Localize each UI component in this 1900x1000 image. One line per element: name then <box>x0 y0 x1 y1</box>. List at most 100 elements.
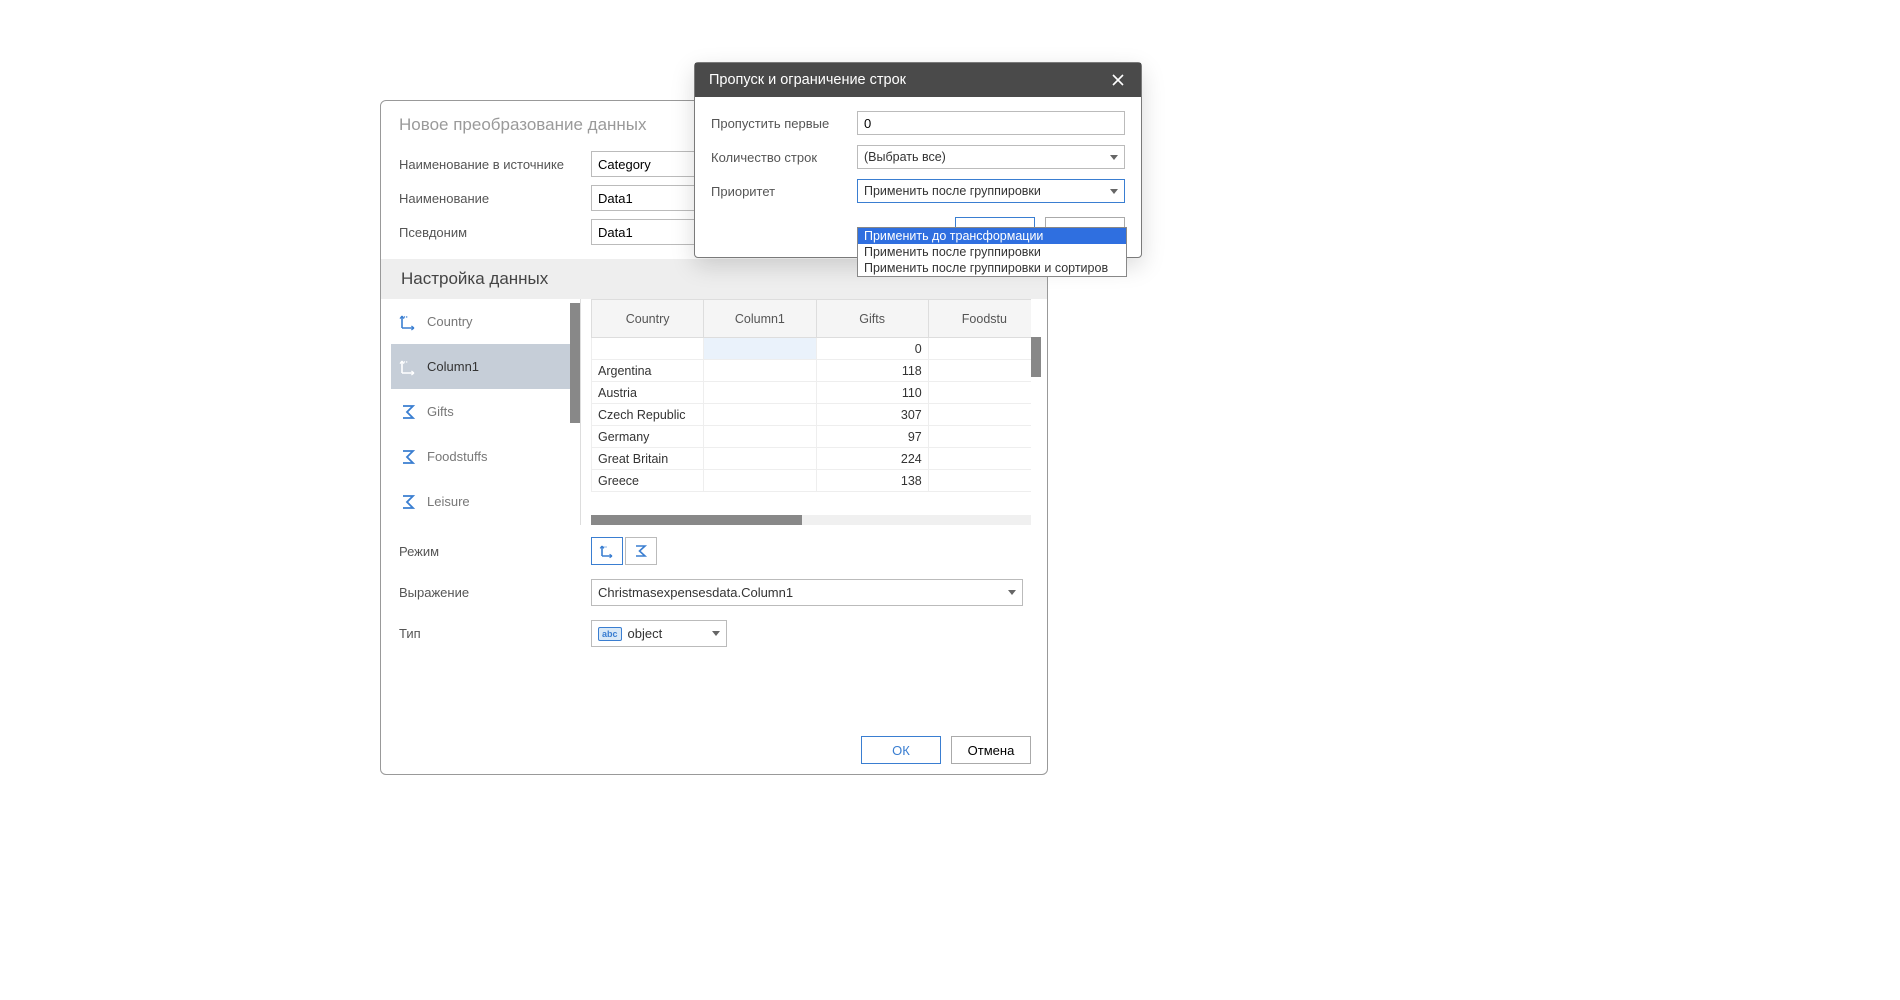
cell <box>928 448 1040 470</box>
scrollbar-thumb[interactable] <box>591 515 802 525</box>
cell <box>704 470 816 492</box>
column-label: Foodstuffs <box>427 449 487 464</box>
ok-button[interactable]: ОК <box>861 736 941 764</box>
table-row[interactable]: Czech Republic 307 <box>592 404 1041 426</box>
expression-label: Выражение <box>399 585 591 600</box>
column-header[interactable]: Country <box>592 300 704 338</box>
skip-label: Пропустить первые <box>711 116 857 131</box>
preview-panel: CountryColumn1GiftsFoodstu 0 Argentina 118… <box>581 299 1047 525</box>
column-label: Leisure <box>427 494 470 509</box>
cell <box>704 448 816 470</box>
table-row[interactable]: Argentina 118 <box>592 360 1041 382</box>
dimension-icon <box>397 356 419 378</box>
count-value: (Выбрать все) <box>864 150 946 164</box>
cell <box>592 338 704 360</box>
table-row[interactable]: Great Britain 224 <box>592 448 1041 470</box>
cell: Austria <box>592 382 704 404</box>
table-row[interactable]: Greece138 <box>592 470 1041 492</box>
cell <box>928 360 1040 382</box>
alias-label: Псевдоним <box>399 225 591 240</box>
chevron-down-icon <box>1110 155 1118 160</box>
dropdown-option[interactable]: Применить до трансформации <box>858 228 1126 244</box>
cell: 110 <box>816 382 928 404</box>
dropdown-option[interactable]: Применить после группировки <box>858 244 1126 260</box>
expression-input[interactable]: Christmasexpensesdata.Column1 <box>591 579 1023 606</box>
skip-limit-dialog: Пропуск и ограничение строк Пропустить п… <box>694 62 1142 258</box>
cell: Argentina <box>592 360 704 382</box>
overlay-titlebar: Пропуск и ограничение строк <box>695 63 1141 97</box>
mode-dimension-button[interactable] <box>591 537 623 565</box>
dropdown-option[interactable]: Применить после группировки и сортиров <box>858 260 1126 276</box>
column-label: Column1 <box>427 359 479 374</box>
sigma-icon <box>397 446 419 468</box>
close-button[interactable] <box>1109 71 1127 89</box>
preview-table: CountryColumn1GiftsFoodstu 0 Argentina 118… <box>591 299 1041 492</box>
cell: 307 <box>816 404 928 426</box>
cell <box>928 470 1040 492</box>
scrollbar-thumb[interactable] <box>1031 337 1041 377</box>
column-item[interactable]: Foodstuffs <box>391 434 580 479</box>
priority-select[interactable]: Применить после группировки <box>857 179 1125 203</box>
cell <box>704 338 816 360</box>
mode-measure-button[interactable] <box>625 537 657 565</box>
type-badge: abc <box>598 627 622 641</box>
cell <box>704 382 816 404</box>
preview-horizontal-scrollbar[interactable] <box>591 515 1031 525</box>
close-icon <box>1111 73 1125 87</box>
cell: 118 <box>816 360 928 382</box>
columns-scrollbar[interactable] <box>570 303 580 521</box>
priority-dropdown: Применить до трансформацииПрименить посл… <box>857 227 1127 277</box>
cell <box>928 404 1040 426</box>
cell: 97 <box>816 426 928 448</box>
column-label: Gifts <box>427 404 454 419</box>
cell: Great Britain <box>592 448 704 470</box>
type-value: object <box>628 626 663 641</box>
type-label: Тип <box>399 626 591 641</box>
column-item[interactable]: Country <box>391 299 580 344</box>
table-row[interactable]: Austria 110 <box>592 382 1041 404</box>
priority-value: Применить после группировки <box>864 184 1041 198</box>
cell: Czech Republic <box>592 404 704 426</box>
overlay-title: Пропуск и ограничение строк <box>709 72 906 88</box>
cell: 0 <box>816 338 928 360</box>
type-select[interactable]: abc object <box>591 620 727 647</box>
table-row[interactable]: Germany 97 <box>592 426 1041 448</box>
preview-vertical-scrollbar[interactable] <box>1031 299 1041 515</box>
cell <box>704 360 816 382</box>
cell <box>928 338 1040 360</box>
column-header[interactable]: Foodstu <box>928 300 1040 338</box>
column-header[interactable]: Gifts <box>816 300 928 338</box>
priority-label: Приоритет <box>711 184 857 199</box>
dimension-icon <box>397 311 419 333</box>
mode-label: Режим <box>399 544 591 559</box>
sigma-icon <box>397 491 419 513</box>
column-item[interactable]: Gifts <box>391 389 580 434</box>
column-item[interactable]: Leisure <box>391 479 580 524</box>
scrollbar-thumb[interactable] <box>570 303 580 423</box>
column-label: Country <box>427 314 473 329</box>
cell: Germany <box>592 426 704 448</box>
column-item[interactable]: Column1 <box>391 344 580 389</box>
count-select[interactable]: (Выбрать все) <box>857 145 1125 169</box>
cell <box>704 404 816 426</box>
cell <box>704 426 816 448</box>
cancel-button[interactable]: Отмена <box>951 736 1031 764</box>
cell: 138 <box>816 470 928 492</box>
sigma-icon <box>397 401 419 423</box>
count-label: Количество строк <box>711 150 857 165</box>
chevron-down-icon <box>712 631 720 636</box>
columns-panel: Country Column1 Gifts Foodstuffs Leisure <box>391 299 581 525</box>
cell <box>928 426 1040 448</box>
table-row[interactable]: 0 <box>592 338 1041 360</box>
column-header[interactable]: Column1 <box>704 300 816 338</box>
chevron-down-icon <box>1008 590 1016 595</box>
name-label: Наименование <box>399 191 591 206</box>
chevron-down-icon <box>1110 189 1118 194</box>
source-name-label: Наименование в источнике <box>399 157 591 172</box>
skip-input[interactable] <box>857 111 1125 135</box>
expression-value: Christmasexpensesdata.Column1 <box>598 585 793 600</box>
cell <box>928 382 1040 404</box>
dimension-icon <box>598 542 616 560</box>
cell: 224 <box>816 448 928 470</box>
sigma-icon <box>632 542 650 560</box>
